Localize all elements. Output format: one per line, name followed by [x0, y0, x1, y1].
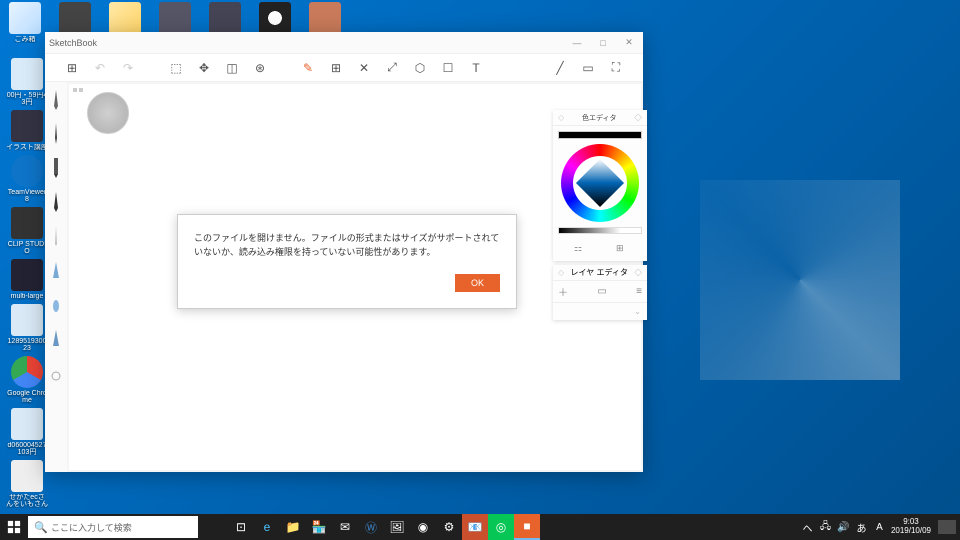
blend-mode-icon[interactable]: ▭ [597, 286, 606, 297]
guide-icon[interactable]: ✕ [357, 61, 371, 75]
desktop-icon[interactable]: せがたecさんをいもさん [6, 460, 48, 508]
desktop-icon-clipstudio[interactable]: CLIP STUDIO [6, 207, 48, 255]
tray-volume-icon[interactable]: 🔊 [837, 522, 850, 533]
transform-icon[interactable]: ⤢ [385, 61, 399, 75]
start-button[interactable] [0, 514, 28, 540]
redo-icon[interactable]: ↷ [121, 61, 135, 75]
toolbar: ⊞ ↶ ↷ ⬚ ✥ ◫ ⊛ ✎ ⊞ ✕ ⤢ ⬡ ☐ T ╱ ▭ ⛶ [45, 54, 643, 82]
panel-menu-icon[interactable]: ◇ [634, 267, 642, 278]
error-dialog: このファイルを開けません。ファイルの形式またはサイズがサポートされていないか、読… [177, 214, 517, 309]
desktop-icon-teamviewer[interactable]: TeamViewer 8 [6, 155, 48, 203]
tray-lang-icon[interactable]: A [873, 522, 886, 533]
edge-icon[interactable]: e [254, 514, 280, 540]
current-color-swatch[interactable] [558, 131, 642, 139]
taskview-icon[interactable]: ⊡ [228, 514, 254, 540]
layer-menu-icon[interactable]: ≡ [636, 286, 642, 297]
panel-title: レイヤ エディタ [571, 267, 628, 278]
desktop-icon[interactable]: multi-large [6, 259, 48, 300]
notification-icon[interactable] [938, 520, 956, 534]
taskbar: 🔍 ここに入力して検索 ⊡ e 📁 🏪 ✉ Ⓦ 🖼 ◉ ⚙ 📧 ◎ ■ ヘ 🖧 … [0, 514, 960, 540]
search-placeholder: ここに入力して検索 [51, 521, 132, 534]
symmetry-icon[interactable]: ⊛ [253, 61, 267, 75]
brush-icon[interactable]: ✎ [301, 61, 315, 75]
ok-button[interactable]: OK [455, 274, 500, 292]
brush-preview[interactable] [87, 92, 129, 134]
menu-icon[interactable]: ⊞ [65, 61, 79, 75]
search-icon: 🔍 [34, 521, 46, 533]
layer-editor-panel: ◇ レイヤ エディタ ◇ ＋ ▭ ≡ ⌄ [553, 265, 647, 320]
search-box[interactable]: 🔍 ここに入力して検索 [28, 516, 198, 538]
desktop-icon[interactable]: イラスト講座 [6, 110, 48, 151]
brush-tool-ink[interactable] [50, 190, 62, 214]
explorer-icon[interactable]: 📁 [280, 514, 306, 540]
text-icon[interactable]: T [469, 61, 483, 75]
brush-tool-pencil[interactable] [50, 88, 62, 112]
desktop-icon-recycle[interactable]: ごみ箱 [4, 2, 46, 43]
cortana-icon[interactable] [202, 514, 228, 540]
brush-palette [45, 82, 67, 472]
brush-tool-smudge[interactable] [50, 292, 62, 316]
grid-view-icon[interactable]: ⊞ [616, 243, 626, 253]
color-editor-panel: ◇ 色エディタ ◇ ⚏ ⊞ [553, 110, 647, 261]
color-wheel[interactable] [561, 144, 639, 222]
fullscreen-icon[interactable]: ⛶ [609, 61, 623, 75]
brush-tool-fill[interactable] [50, 326, 62, 350]
desktop-left-column: 00円・59円43円 イラスト講座 TeamViewer 8 CLIP STUD… [4, 56, 48, 510]
brush-tool-eraser[interactable] [50, 360, 62, 384]
line-icon[interactable]: ╱ [553, 61, 567, 75]
desktop-icon-chrome[interactable]: Google Chrome [6, 356, 48, 404]
grayscale-swatches[interactable] [558, 227, 642, 234]
desktop-icon[interactable]: 00円・59円43円 [6, 58, 48, 106]
image-icon[interactable]: ☐ [441, 61, 455, 75]
undo-icon[interactable]: ↶ [93, 61, 107, 75]
close-button[interactable]: ✕ [619, 35, 639, 51]
line-icon[interactable]: ◎ [488, 514, 514, 540]
panel-collapse-icon[interactable]: ◇ [558, 113, 564, 122]
tray-ime-icon[interactable]: あ [855, 520, 868, 535]
rect-icon[interactable]: ▭ [581, 61, 595, 75]
windows-wallpaper-logo [700, 180, 900, 380]
layer-row[interactable]: ⌄ [553, 302, 647, 320]
move-icon[interactable]: ✥ [197, 61, 211, 75]
minimize-button[interactable]: — [567, 35, 587, 51]
panel-menu-icon[interactable]: ◇ [634, 112, 642, 123]
app-icon[interactable]: 📧 [462, 514, 488, 540]
tray-chevron-icon[interactable]: ヘ [801, 520, 814, 535]
selection-icon[interactable]: ⬚ [169, 61, 183, 75]
brush-tool-airbrush[interactable] [50, 258, 62, 282]
brush-tool-marker[interactable] [50, 156, 62, 180]
brush-tool-fine[interactable] [50, 224, 62, 248]
mail-icon[interactable]: ✉ [332, 514, 358, 540]
desktop-icon[interactable]: d060004527103円 [6, 408, 48, 456]
dialog-message: このファイルを開けません。ファイルの形式またはサイズがサポートされていないか、読… [194, 231, 500, 260]
titlebar[interactable]: SketchBook — □ ✕ [45, 32, 643, 54]
maximize-button[interactable]: □ [593, 35, 613, 51]
app-icon[interactable]: Ⓦ [358, 514, 384, 540]
tray-clock[interactable]: 9:03 2019/10/09 [891, 518, 931, 536]
panel-collapse-icon[interactable]: ◇ [558, 268, 564, 277]
add-layer-icon[interactable]: ＋ [558, 284, 568, 299]
brush-tool-pen[interactable] [50, 122, 62, 146]
window-title: SketchBook [49, 38, 567, 48]
store-icon[interactable]: 🏪 [306, 514, 332, 540]
panel-title: 色エディタ [582, 113, 617, 123]
chrome-task-icon[interactable]: ◉ [410, 514, 436, 540]
desktop-icon[interactable]: 128951930023 [6, 304, 48, 352]
grid-icon[interactable]: ⊞ [329, 61, 343, 75]
slider-view-icon[interactable]: ⚏ [574, 243, 584, 253]
layers-icon[interactable]: ◫ [225, 61, 239, 75]
side-panels: ◇ 色エディタ ◇ ⚏ ⊞ ◇ レイヤ エディタ ◇ ＋ ▭ [553, 110, 647, 320]
shape-icon[interactable]: ⬡ [413, 61, 427, 75]
tray-network-icon[interactable]: 🖧 [819, 519, 832, 536]
photos-icon[interactable]: 🖼 [384, 514, 410, 540]
task-icons: ⊡ e 📁 🏪 ✉ Ⓦ 🖼 ◉ ⚙ 📧 ◎ ■ [202, 514, 540, 540]
system-tray: ヘ 🖧 🔊 あ A 9:03 2019/10/09 [801, 518, 960, 536]
sketchbook-task-icon[interactable]: ■ [514, 514, 540, 540]
settings-icon[interactable]: ⚙ [436, 514, 462, 540]
